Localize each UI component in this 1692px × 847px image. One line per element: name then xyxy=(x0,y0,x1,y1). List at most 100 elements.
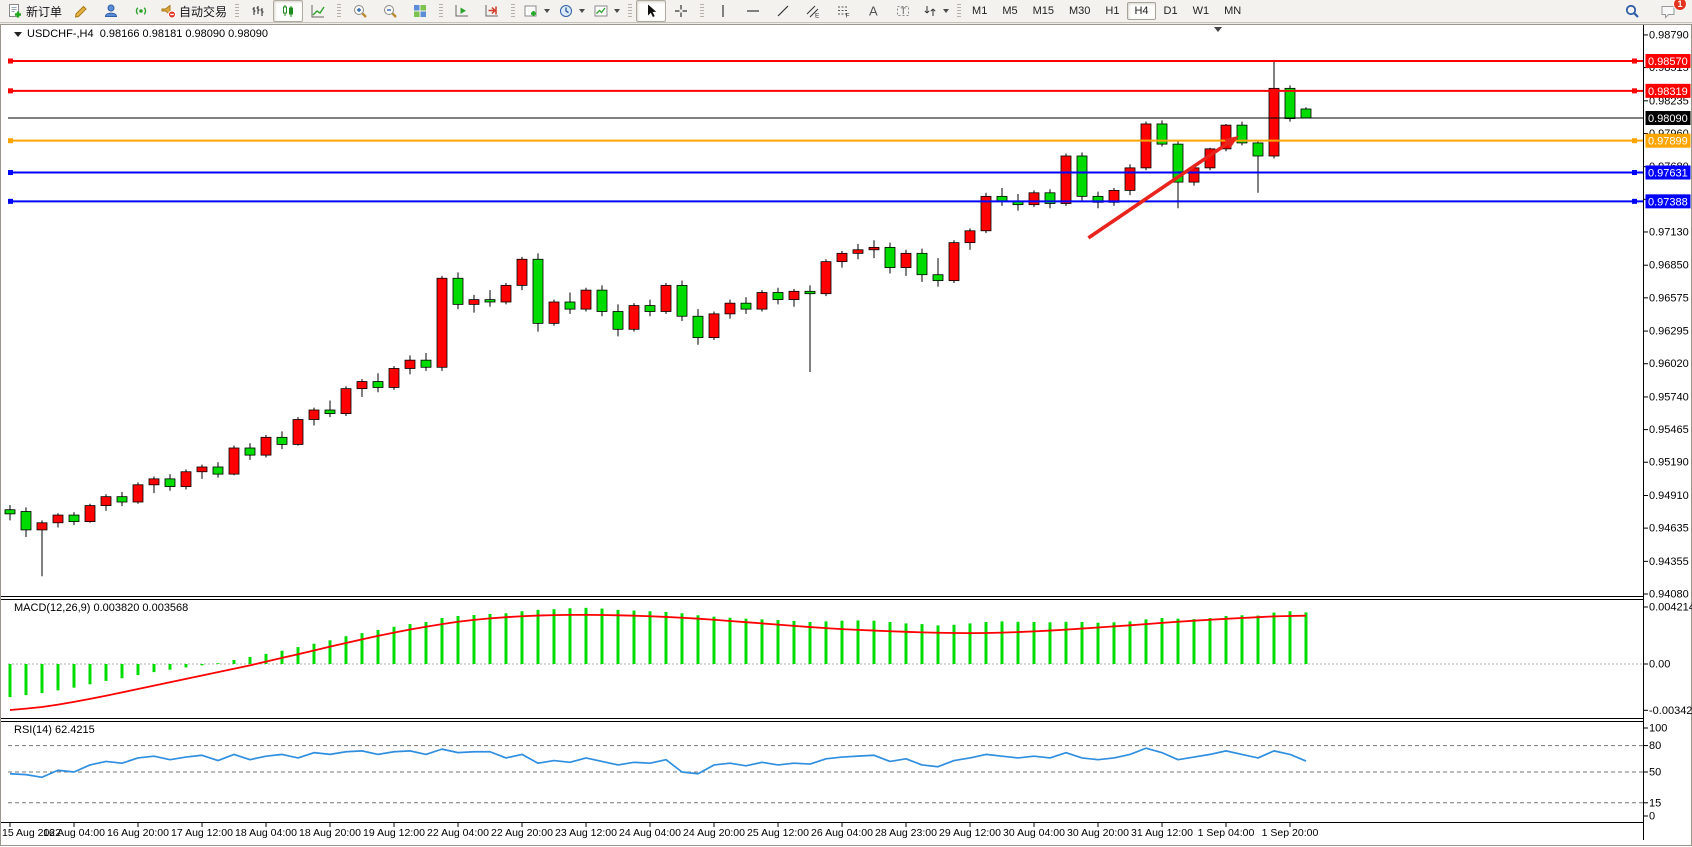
notifications-button[interactable]: 1 xyxy=(1653,0,1683,22)
timeframe-button-d1[interactable]: D1 xyxy=(1157,2,1185,20)
cursor-tool-button[interactable] xyxy=(636,0,666,22)
line-chart-icon xyxy=(310,3,326,19)
search-button[interactable] xyxy=(1617,0,1647,22)
text-label-icon: T xyxy=(895,3,911,19)
candle-body xyxy=(101,497,111,506)
price-level-badge-label: 0.97631 xyxy=(1648,167,1688,179)
autotrading-icon xyxy=(160,3,176,19)
equidistant-channel-tool-button[interactable]: E xyxy=(798,0,828,22)
text-label-tool-button[interactable]: T xyxy=(888,0,918,22)
tile-windows-icon xyxy=(412,3,428,19)
metaeditor-button[interactable] xyxy=(66,0,96,22)
time-axis-label: 22 Aug 20:00 xyxy=(491,827,553,839)
level-handle[interactable] xyxy=(1632,138,1637,143)
rsi-label: RSI(14) 62.4215 xyxy=(14,724,95,736)
text-tool-button[interactable]: A xyxy=(858,0,888,22)
line-chart-button[interactable] xyxy=(303,0,333,22)
trendline-icon xyxy=(775,3,791,19)
level-handle[interactable] xyxy=(1632,88,1637,93)
autotrading-button[interactable]: 自动交易 xyxy=(156,0,231,22)
svg-text:E: E xyxy=(815,13,820,20)
candle-body xyxy=(597,290,607,311)
metaeditor-icon xyxy=(73,3,89,19)
candle-body xyxy=(117,497,127,502)
candle-body xyxy=(629,306,639,330)
candle-body xyxy=(69,515,79,522)
timeframe-button-m1[interactable]: M1 xyxy=(965,2,994,20)
fibonacci-tool-button[interactable]: F xyxy=(828,0,858,22)
time-axis-label: 22 Aug 04:00 xyxy=(427,827,489,839)
zoom-out-button[interactable] xyxy=(375,0,405,22)
dropdown-caret-icon xyxy=(544,9,550,13)
candlestick-chart-button[interactable] xyxy=(273,0,303,22)
level-handle[interactable] xyxy=(8,170,13,175)
level-handle[interactable] xyxy=(8,59,13,64)
timeframe-buttons: M1M5M15M30H1H4D1W1MN xyxy=(965,2,1248,20)
time-axis-label: 16 Aug 04:00 xyxy=(43,827,105,839)
chart-shift-marker[interactable] xyxy=(1214,27,1222,32)
templates-button[interactable] xyxy=(589,0,624,22)
candle-body xyxy=(229,448,239,474)
price-tick-label: 0.95465 xyxy=(1649,424,1689,436)
arrows-tool-button[interactable] xyxy=(918,0,953,22)
chart-window[interactable]: 0.987900.985150.982350.979600.976800.974… xyxy=(0,24,1692,847)
trendline-tool-button[interactable] xyxy=(768,0,798,22)
timeframe-button-h4[interactable]: H4 xyxy=(1127,2,1155,20)
crosshair-tool-button[interactable] xyxy=(666,0,696,22)
text-icon: A xyxy=(865,3,881,19)
candle-body xyxy=(325,410,335,414)
vertical-line-tool-button[interactable] xyxy=(708,0,738,22)
time-axis-label: 18 Aug 20:00 xyxy=(299,827,361,839)
zoom-in-button[interactable] xyxy=(345,0,375,22)
level-handle[interactable] xyxy=(8,88,13,93)
new-order-button[interactable]: 新订单 xyxy=(3,0,66,22)
timeframe-button-m5[interactable]: M5 xyxy=(995,2,1024,20)
candle-body xyxy=(5,510,15,514)
profile-button[interactable] xyxy=(96,0,126,22)
timeframe-button-mn[interactable]: MN xyxy=(1217,2,1248,20)
new-order-label: 新订单 xyxy=(26,3,62,20)
chart-canvas[interactable]: 0.987900.985150.982350.979600.976800.974… xyxy=(0,24,1692,847)
time-axis-label: 26 Aug 04:00 xyxy=(811,827,873,839)
level-handle[interactable] xyxy=(1632,59,1637,64)
candle-body xyxy=(245,448,255,455)
toolbar-grip xyxy=(700,4,704,18)
candle-body xyxy=(645,306,655,312)
candle-body xyxy=(1077,156,1087,196)
horizontal-line-tool-button[interactable] xyxy=(738,0,768,22)
candle-body xyxy=(165,479,175,487)
periods-button[interactable] xyxy=(554,0,589,22)
candle-body xyxy=(1269,88,1279,156)
bar-chart-button[interactable] xyxy=(243,0,273,22)
candle-body xyxy=(293,420,303,445)
price-tick-label: 0.96575 xyxy=(1649,292,1689,304)
indicators-button[interactable] xyxy=(519,0,554,22)
chart-menu-caret-icon[interactable] xyxy=(14,32,22,37)
candle-body xyxy=(1253,143,1263,156)
level-handle[interactable] xyxy=(8,199,13,204)
tile-windows-button[interactable] xyxy=(405,0,435,22)
timeframe-button-w1[interactable]: W1 xyxy=(1186,2,1217,20)
level-handle[interactable] xyxy=(1632,199,1637,204)
time-axis-label: 31 Aug 12:00 xyxy=(1131,827,1193,839)
timeframe-button-m30[interactable]: M30 xyxy=(1062,2,1097,20)
time-axis-label: 29 Aug 12:00 xyxy=(939,827,1001,839)
chart-shift-button[interactable] xyxy=(477,0,507,22)
level-handle[interactable] xyxy=(8,138,13,143)
toolbar-right-group: 1 xyxy=(1617,0,1689,22)
candle-body xyxy=(485,300,495,302)
candle-body xyxy=(853,250,863,254)
auto-scroll-button[interactable] xyxy=(447,0,477,22)
cursor-icon xyxy=(643,3,659,19)
price-tick-label: 0.95190 xyxy=(1649,457,1689,469)
price-tick-label: 0.96020 xyxy=(1649,358,1689,370)
signals-button[interactable] xyxy=(126,0,156,22)
candle-body xyxy=(1141,124,1151,168)
price-tick-label: 0.96850 xyxy=(1649,260,1689,272)
price-level-badge-label: 0.97388 xyxy=(1648,196,1688,208)
level-handle[interactable] xyxy=(1632,170,1637,175)
timeframe-button-h1[interactable]: H1 xyxy=(1098,2,1126,20)
candle-body xyxy=(725,303,735,314)
timeframe-button-m15[interactable]: M15 xyxy=(1026,2,1061,20)
rsi-tick-label: 0 xyxy=(1649,811,1655,823)
